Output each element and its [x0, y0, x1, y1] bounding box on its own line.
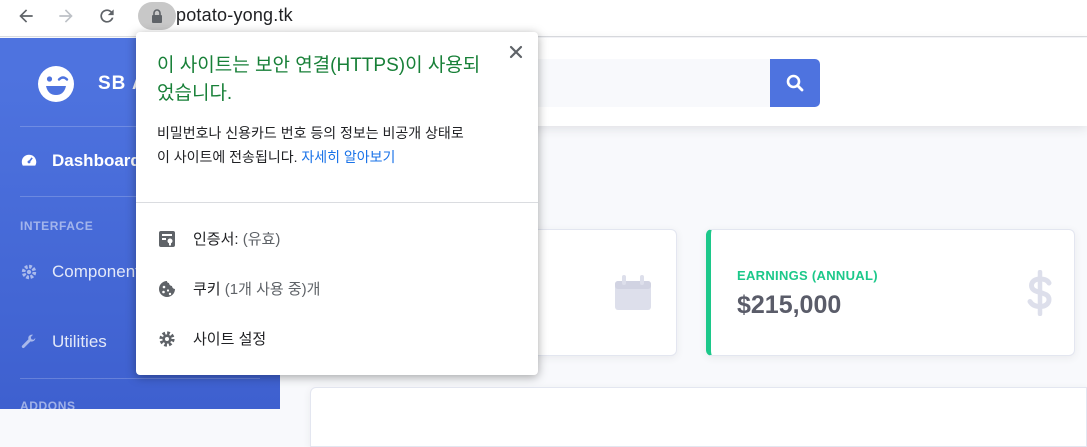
search-icon	[786, 74, 804, 92]
arrow-left-icon	[19, 9, 33, 23]
card-value: $215,000	[737, 291, 842, 319]
dollar-sign-icon	[1027, 270, 1052, 316]
reload-button[interactable]	[93, 4, 121, 28]
popup-divider	[136, 202, 538, 203]
cookies-status: (1개 사용 중)개	[224, 281, 321, 298]
reload-icon	[100, 9, 114, 23]
site-settings-label: 사이트 설정	[193, 331, 267, 348]
sidebar-brand[interactable]: SB A	[36, 64, 147, 104]
sidebar-item-label: Utilities	[52, 332, 107, 351]
laugh-wink-icon	[38, 66, 74, 102]
cog-icon	[21, 264, 37, 280]
certificate-label: 인증서:	[193, 231, 239, 248]
sidebar-divider	[20, 378, 260, 379]
close-icon[interactable]	[508, 44, 524, 60]
certificate-icon	[159, 230, 175, 247]
site-security-popup: 이 사이트는 보안 연결(HTTPS)이 사용되었습니다. 비밀번호나 신용카드…	[136, 32, 538, 375]
lock-icon	[152, 9, 162, 23]
earnings-annual-card: EARNINGS (ANNUAL) $215,000	[706, 229, 1075, 356]
sidebar-heading-addons: ADDONS	[20, 399, 76, 413]
cookie-icon	[159, 280, 175, 297]
calendar-icon	[615, 275, 651, 310]
address-bar[interactable]: potato-yong.tk	[176, 5, 293, 26]
certificate-status: (유효)	[242, 231, 281, 248]
sidebar-item-components[interactable]: Components	[20, 262, 148, 282]
tachometer-icon	[21, 154, 37, 166]
connection-secure-title: 이 사이트는 보안 연결(HTTPS)이 사용되었습니다.	[157, 55, 481, 104]
sidebar-item-utilities[interactable]: Utilities	[20, 332, 107, 352]
learn-more-link[interactable]: 자세히 알아보기	[301, 149, 395, 165]
certificate-item[interactable]: 인증서: (유효)	[157, 228, 280, 249]
forward-button[interactable]	[52, 4, 80, 28]
arrow-right-icon	[59, 9, 73, 23]
sidebar-heading-interface: INTERFACE	[20, 219, 94, 233]
cookies-item[interactable]: 쿠키 (1개 사용 중)개	[157, 278, 320, 299]
cookies-label: 쿠키	[193, 281, 221, 298]
search-input[interactable]	[510, 59, 770, 107]
card-label: EARNINGS (ANNUAL)	[737, 268, 878, 283]
back-button[interactable]	[12, 4, 40, 28]
gear-icon	[159, 330, 175, 347]
sidebar-item-label: Components	[52, 262, 149, 281]
site-info-button[interactable]	[138, 2, 176, 30]
search-button[interactable]	[770, 59, 820, 107]
wrench-icon	[21, 334, 36, 349]
connection-description: 비밀번호나 신용카드 번호 등의 정보는 비공개 상태로 이 사이트에 전송됩니…	[157, 121, 467, 169]
site-settings-item[interactable]: 사이트 설정	[157, 328, 266, 349]
sidebar-item-dashboard[interactable]: Dashboard	[20, 151, 141, 171]
content-card	[310, 387, 1087, 447]
sidebar-item-label: Dashboard	[52, 151, 141, 170]
